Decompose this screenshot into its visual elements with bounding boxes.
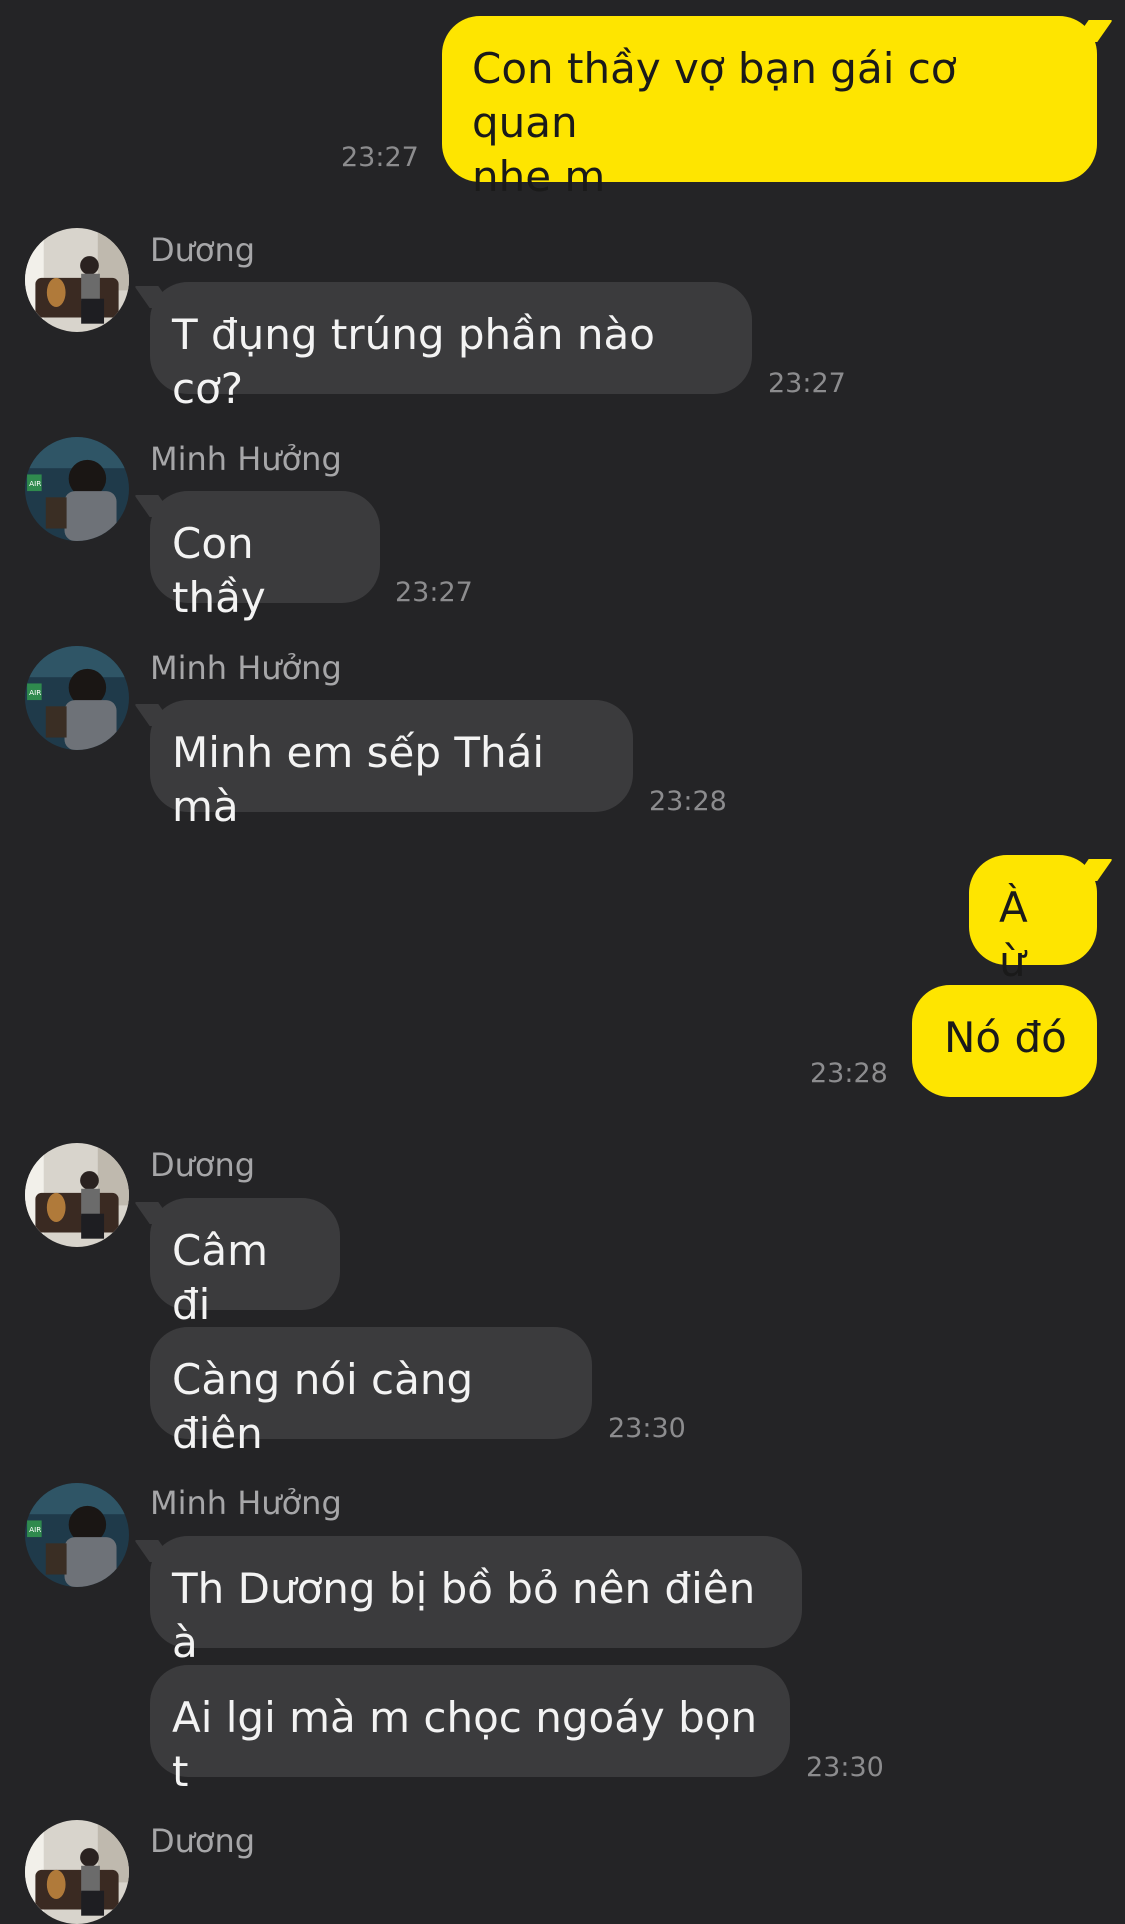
message-bubble-incoming[interactable]: Câm đi: [150, 1198, 340, 1329]
avatar-minh-huong-icon[interactable]: AIR: [25, 1483, 129, 1587]
svg-text:AIR: AIR: [29, 1525, 41, 1534]
avatar-minh-huong-icon[interactable]: AIR: [25, 437, 129, 541]
message-bubble-incoming[interactable]: Ai lgi mà m chọc ngoáy bọn t: [150, 1665, 790, 1796]
message-bubble-incoming[interactable]: Minh em sếp Thái mà: [150, 700, 633, 831]
sender-name: Dương: [150, 231, 256, 269]
message-bubble-incoming[interactable]: Con thầy: [150, 491, 380, 622]
svg-text:AIR: AIR: [29, 688, 41, 697]
message-bubble-outgoing[interactable]: À ừ: [969, 855, 1097, 986]
message-bubble-outgoing[interactable]: Nó đó: [912, 985, 1097, 1097]
message-time: 23:28: [649, 786, 727, 817]
chat-thread: Con thầy vợ bạn gái cơ quan nhe m 23:27 …: [0, 0, 1125, 1924]
message-time: 23:30: [608, 1413, 686, 1444]
message-time: 23:27: [395, 577, 473, 608]
sender-name: Dương: [150, 1822, 256, 1860]
sender-name: Minh Hưởng: [150, 649, 342, 687]
message-bubble-incoming[interactable]: T đụng trúng phần nào cơ?: [150, 282, 752, 413]
sender-name: Minh Hưởng: [150, 1484, 342, 1522]
message-time: 23:27: [341, 142, 419, 173]
avatar-minh-huong-icon[interactable]: AIR: [25, 646, 129, 750]
message-bubble-outgoing[interactable]: Con thầy vợ bạn gái cơ quan nhe m: [442, 16, 1097, 201]
message-time: 23:27: [768, 368, 846, 399]
avatar-duong-icon[interactable]: [25, 1143, 129, 1247]
message-bubble-incoming[interactable]: Càng nói càng điên: [150, 1327, 592, 1458]
message-bubble-incoming[interactable]: Th Dương bị bồ bỏ nên điên à: [150, 1536, 802, 1667]
svg-text:AIR: AIR: [29, 479, 41, 488]
sender-name: Minh Hưởng: [150, 440, 342, 478]
message-time: 23:30: [806, 1752, 884, 1783]
message-time: 23:28: [810, 1058, 888, 1089]
sender-name: Dương: [150, 1146, 256, 1184]
avatar-duong-icon[interactable]: [25, 228, 129, 332]
avatar-duong-icon[interactable]: [25, 1820, 129, 1924]
